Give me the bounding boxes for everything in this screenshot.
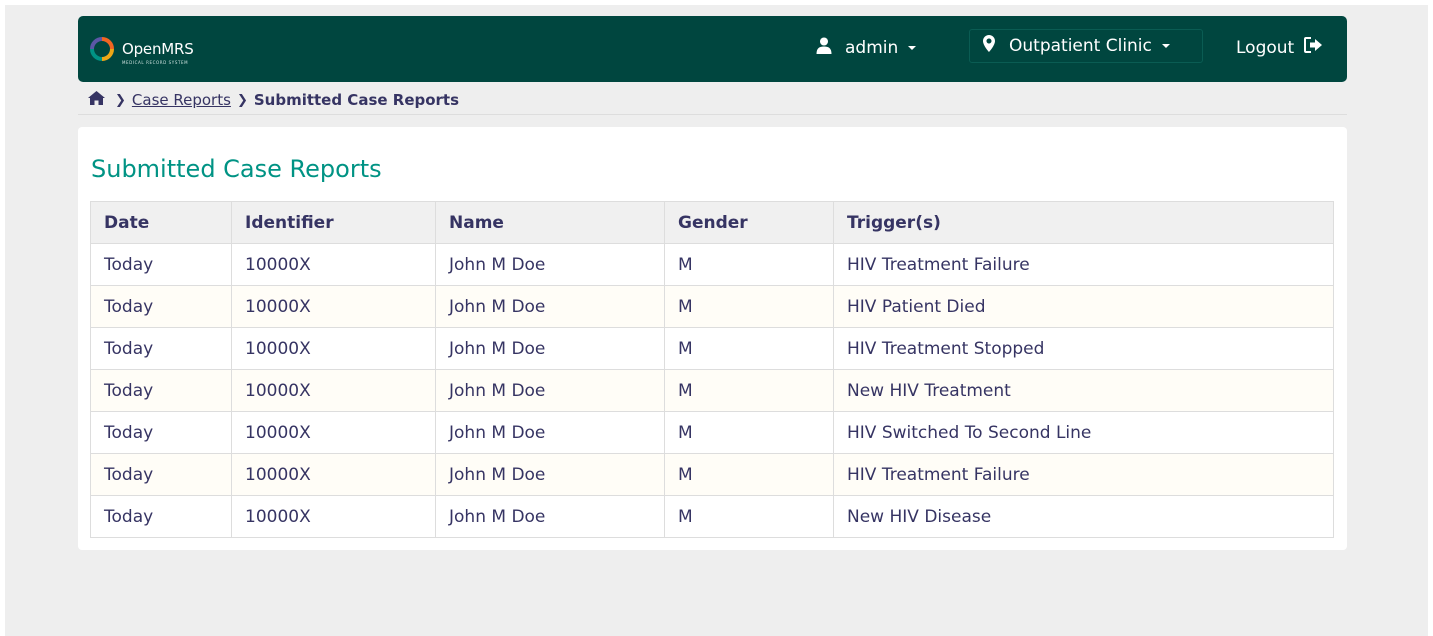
chevron-down-icon [1161, 44, 1170, 48]
content-panel: Submitted Case Reports Date Identifier N… [78, 127, 1347, 550]
openmrs-logo[interactable]: OpenMRS MEDICAL RECORD SYSTEM [90, 32, 194, 66]
user-label: admin [845, 38, 899, 58]
table-header-row: Date Identifier Name Gender Trigger(s) [90, 201, 1334, 244]
logo-subtext: MEDICAL RECORD SYSTEM [122, 60, 189, 65]
cell-date: Today [90, 243, 232, 286]
cell-trigger: HIV Switched To Second Line [833, 411, 1334, 454]
cell-gender: M [664, 495, 834, 538]
table-row[interactable]: Today 10000X John M Doe M New HIV Diseas… [90, 495, 1334, 538]
cell-date: Today [90, 285, 232, 328]
cell-name: John M Doe [435, 369, 665, 412]
cell-identifier: 10000X [231, 285, 436, 328]
cell-name: John M Doe [435, 327, 665, 370]
table-row[interactable]: Today 10000X John M Doe M New HIV Treatm… [90, 369, 1334, 412]
cell-date: Today [90, 495, 232, 538]
cell-name: John M Doe [435, 411, 665, 454]
cell-trigger: New HIV Disease [833, 495, 1334, 538]
table-row[interactable]: Today 10000X John M Doe M HIV Patient Di… [90, 285, 1334, 328]
map-marker-icon [983, 35, 995, 57]
logout-button[interactable]: Logout [1236, 37, 1323, 58]
logo-text: OpenMRS [122, 40, 194, 58]
cell-trigger: New HIV Treatment [833, 369, 1334, 412]
column-header-name[interactable]: Name [435, 201, 665, 244]
cell-date: Today [90, 369, 232, 412]
breadcrumb: ❯ Case Reports ❯ Submitted Case Reports [88, 88, 459, 112]
cell-gender: M [664, 453, 834, 496]
cell-date: Today [90, 327, 232, 370]
table-row[interactable]: Today 10000X John M Doe M HIV Switched T… [90, 411, 1334, 454]
chevron-down-icon [908, 46, 917, 50]
cell-trigger: HIV Patient Died [833, 285, 1334, 328]
sign-out-icon [1304, 37, 1323, 58]
column-header-gender[interactable]: Gender [664, 201, 834, 244]
user-icon [816, 37, 832, 59]
table-row[interactable]: Today 10000X John M Doe M HIV Treatment … [90, 243, 1334, 286]
cell-name: John M Doe [435, 495, 665, 538]
breadcrumb-divider [78, 114, 1347, 115]
cell-date: Today [90, 411, 232, 454]
cell-gender: M [664, 327, 834, 370]
table-row[interactable]: Today 10000X John M Doe M HIV Treatment … [90, 453, 1334, 496]
cell-name: John M Doe [435, 453, 665, 496]
cell-gender: M [664, 285, 834, 328]
logout-label: Logout [1236, 37, 1295, 58]
top-header: OpenMRS MEDICAL RECORD SYSTEM admin Outp… [78, 16, 1347, 82]
cell-gender: M [664, 369, 834, 412]
cell-identifier: 10000X [231, 453, 436, 496]
table-row[interactable]: Today 10000X John M Doe M HIV Treatment … [90, 327, 1334, 370]
cell-trigger: HIV Treatment Stopped [833, 327, 1334, 370]
breadcrumb-case-reports-link[interactable]: Case Reports [132, 91, 231, 109]
cell-identifier: 10000X [231, 369, 436, 412]
cell-identifier: 10000X [231, 243, 436, 286]
cell-gender: M [664, 243, 834, 286]
cell-name: John M Doe [435, 285, 665, 328]
cell-identifier: 10000X [231, 327, 436, 370]
home-icon[interactable] [88, 91, 105, 109]
column-header-date[interactable]: Date [90, 201, 232, 244]
case-reports-table: Date Identifier Name Gender Trigger(s) T… [90, 201, 1334, 538]
column-header-triggers[interactable]: Trigger(s) [833, 201, 1334, 244]
location-label: Outpatient Clinic [1009, 36, 1152, 56]
cell-identifier: 10000X [231, 495, 436, 538]
chevron-right-icon: ❯ [236, 92, 248, 108]
column-header-identifier[interactable]: Identifier [231, 201, 436, 244]
chevron-right-icon: ❯ [115, 92, 126, 108]
cell-gender: M [664, 411, 834, 454]
cell-name: John M Doe [435, 243, 665, 286]
cell-identifier: 10000X [231, 411, 436, 454]
cell-trigger: HIV Treatment Failure [833, 243, 1334, 286]
user-menu[interactable]: admin [816, 37, 917, 59]
openmrs-logo-icon [90, 37, 114, 61]
page-title: Submitted Case Reports [91, 155, 382, 183]
location-menu[interactable]: Outpatient Clinic [969, 29, 1203, 63]
cell-date: Today [90, 453, 232, 496]
cell-trigger: HIV Treatment Failure [833, 453, 1334, 496]
breadcrumb-current: Submitted Case Reports [253, 91, 460, 109]
